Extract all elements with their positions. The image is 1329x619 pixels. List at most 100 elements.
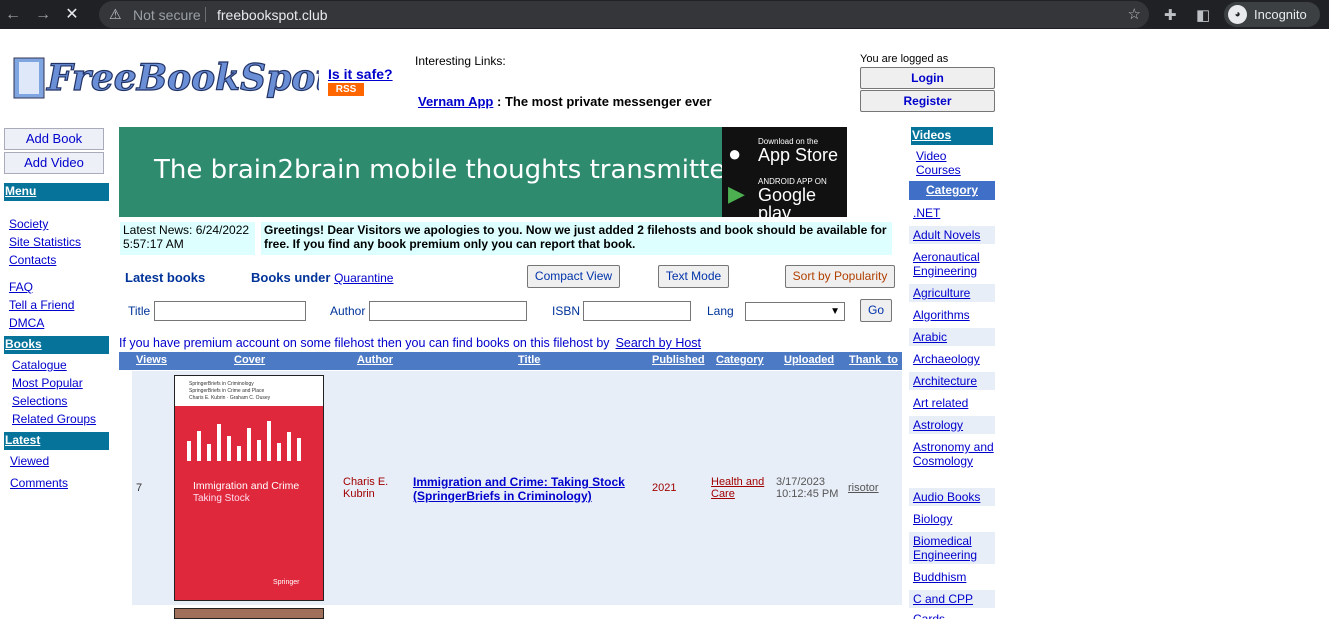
- category-item[interactable]: .NET: [909, 204, 995, 222]
- chevron-down-icon: ▼: [830, 306, 840, 317]
- side-panel-icon[interactable]: ◧: [1196, 6, 1210, 24]
- latest-heading[interactable]: Latest: [4, 432, 109, 450]
- category-item[interactable]: Agriculture: [909, 284, 995, 302]
- sort-popularity-button[interactable]: Sort by Popularity: [785, 265, 895, 288]
- category-item[interactable]: Art related: [909, 394, 995, 412]
- col-views[interactable]: Views: [136, 354, 167, 366]
- author-input[interactable]: [369, 301, 527, 321]
- stop-icon[interactable]: ✕: [62, 5, 82, 25]
- go-button[interactable]: Go: [860, 299, 892, 322]
- incognito-badge[interactable]: ◕ Incognito: [1224, 2, 1320, 27]
- premium-text: If you have premium account on some file…: [119, 336, 610, 350]
- latest-item-comments[interactable]: Comments: [10, 476, 68, 490]
- text-mode-button[interactable]: Text Mode: [658, 265, 729, 288]
- category-item[interactable]: Cards: [909, 612, 995, 619]
- col-published[interactable]: Published: [652, 354, 705, 366]
- bookmark-star-icon[interactable]: ☆: [1128, 5, 1141, 23]
- ad-banner[interactable]: The brain2brain mobile thoughts transmit…: [119, 127, 847, 222]
- menu-item-dmca[interactable]: DMCA: [9, 316, 44, 330]
- category-item[interactable]: Audio Books: [909, 488, 995, 506]
- vernam-link[interactable]: Vernam App: [418, 94, 493, 109]
- menu-item-contacts[interactable]: Contacts: [9, 253, 56, 267]
- menu-heading[interactable]: Menu: [4, 183, 109, 201]
- category-item[interactable]: Archaeology: [909, 350, 995, 368]
- title-cell[interactable]: Immigration and Crime: Taking Stock (Spr…: [413, 475, 638, 503]
- col-thank-to[interactable]: Thank_to: [849, 354, 898, 366]
- category-item[interactable]: Buddhism: [909, 568, 995, 586]
- category-item[interactable]: Algorithms: [909, 306, 995, 324]
- incognito-icon: ◕: [1228, 5, 1247, 24]
- category-item[interactable]: C and CPP: [909, 590, 995, 608]
- views-cell: 7: [136, 482, 143, 494]
- warning-icon[interactable]: ⚠: [109, 6, 122, 23]
- login-button[interactable]: Login: [860, 67, 995, 89]
- videos-heading[interactable]: Videos: [911, 127, 993, 145]
- next-book-cover[interactable]: [174, 608, 324, 619]
- category-cell[interactable]: Health and Care: [711, 476, 771, 500]
- menu-item-tell-a-friend[interactable]: Tell a Friend: [9, 298, 74, 312]
- title-label: Title: [128, 304, 151, 318]
- category-item[interactable]: Aeronautical Engineering: [909, 248, 995, 280]
- cover-publisher: Springer: [273, 579, 300, 586]
- apple-icon: ●: [728, 141, 742, 166]
- category-item[interactable]: Adult Novels: [909, 226, 995, 244]
- register-button[interactable]: Register: [860, 90, 995, 112]
- security-label: Not secure: [133, 7, 201, 23]
- col-uploaded[interactable]: Uploaded: [784, 354, 834, 366]
- back-icon[interactable]: ←: [3, 5, 23, 25]
- category-item[interactable]: Arabic: [909, 328, 995, 346]
- col-category[interactable]: Category: [716, 354, 764, 366]
- google-play-icon: ▶: [728, 181, 745, 206]
- logo-text: FreeBookSpot: [46, 57, 319, 99]
- cover-graphic: [187, 421, 301, 461]
- category-item[interactable]: Astronomy and Cosmology: [909, 438, 995, 484]
- compact-view-button[interactable]: Compact View: [527, 265, 620, 288]
- category-item[interactable]: Biology: [909, 510, 995, 528]
- video-courses-link[interactable]: Video Courses: [916, 149, 976, 177]
- app-store-big: App Store: [758, 145, 839, 165]
- isbn-input[interactable]: [583, 301, 691, 321]
- cover-series: SpringerBriefs in Criminology: [189, 381, 254, 387]
- add-book-button[interactable]: Add Book: [4, 128, 104, 150]
- category-item[interactable]: Astrology: [909, 416, 995, 434]
- books-under-text: Books under: [251, 270, 331, 285]
- address-bar[interactable]: ⚠ Not secure freebookspot.club ☆: [99, 1, 1149, 28]
- books-item-related-groups[interactable]: Related Groups: [12, 412, 96, 426]
- menu-item-faq[interactable]: FAQ: [9, 280, 33, 294]
- add-video-button[interactable]: Add Video: [4, 152, 104, 174]
- lang-label: Lang: [707, 304, 734, 318]
- books-item-most-popular[interactable]: Most Popular: [12, 376, 83, 390]
- category-item[interactable]: Architecture: [909, 372, 995, 390]
- extensions-icon[interactable]: ✚: [1164, 6, 1177, 24]
- url-text[interactable]: freebookspot.club: [217, 7, 328, 23]
- logged-as-label: You are logged as: [860, 53, 949, 65]
- search-by-host-link[interactable]: Search by Host: [616, 336, 701, 350]
- menu-item-site-statistics[interactable]: Site Statistics: [9, 235, 81, 249]
- title-input[interactable]: [154, 301, 306, 321]
- rss-badge[interactable]: RSS: [328, 83, 364, 96]
- news-date: Latest News: 6/24/2022 5:57:17 AM: [120, 222, 255, 255]
- lang-select[interactable]: ▼: [745, 302, 845, 321]
- col-title[interactable]: Title: [518, 354, 540, 366]
- site-logo[interactable]: FreeBookSpot: [11, 50, 319, 105]
- col-author[interactable]: Author: [357, 354, 393, 366]
- menu-item-society[interactable]: Society: [9, 217, 48, 231]
- quarantine-link[interactable]: Quarantine: [334, 271, 393, 285]
- books-item-catalogue[interactable]: Catalogue: [12, 358, 67, 372]
- col-cover[interactable]: Cover: [234, 354, 265, 366]
- latest-books-label: Latest books: [125, 270, 206, 285]
- is-it-safe-link[interactable]: Is it safe?: [328, 66, 393, 82]
- published-cell: 2021: [652, 482, 677, 494]
- cover-title: Immigration and Crime: [193, 480, 300, 492]
- latest-item-viewed[interactable]: Viewed: [10, 454, 49, 468]
- author-cell[interactable]: Charis E. Kubrin: [343, 476, 398, 500]
- books-heading[interactable]: Books: [4, 336, 109, 354]
- books-item-selections[interactable]: Selections: [12, 394, 67, 408]
- category-heading[interactable]: Category: [909, 181, 995, 200]
- book-cover[interactable]: SpringerBriefs in Criminology SpringerBr…: [174, 375, 324, 601]
- cover-top: SpringerBriefs in Criminology SpringerBr…: [175, 376, 323, 406]
- forward-icon[interactable]: →: [33, 5, 53, 25]
- vernam-promo: Vernam App : The most private messenger …: [418, 94, 712, 109]
- category-item[interactable]: Biomedical Engineering: [909, 532, 995, 564]
- thank-to-cell[interactable]: risotor: [848, 482, 879, 494]
